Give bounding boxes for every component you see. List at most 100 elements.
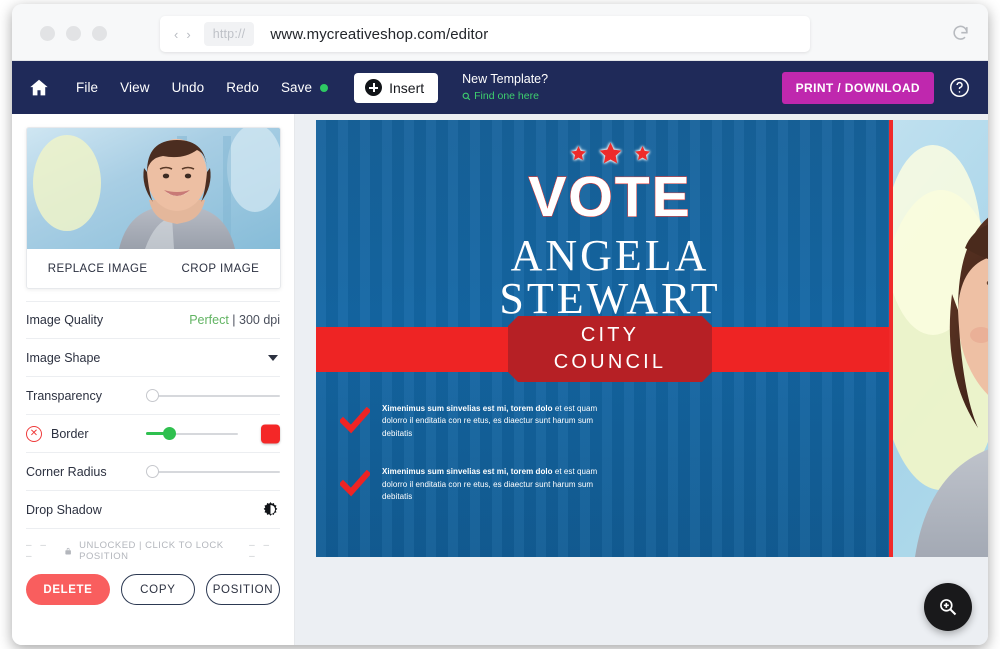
- canvas-area[interactable]: VOTE ANGELA STEWART CITY COUNCIL Ximenim…: [295, 114, 988, 645]
- star-row: [316, 141, 904, 166]
- url-scheme-chip: http://: [203, 22, 255, 46]
- lock-position-bar[interactable]: – – – UNLOCKED | CLICK TO LOCK POSITION …: [26, 540, 280, 562]
- star-icon: [570, 146, 586, 161]
- property-row-drop-shadow: Drop Shadow: [26, 491, 280, 529]
- menu-item-file[interactable]: File: [76, 80, 98, 95]
- image-quality-label: Image Quality: [26, 313, 104, 327]
- image-properties-sidebar: REPLACE IMAGE CROP IMAGE Image Quality P…: [12, 114, 295, 645]
- lock-dash-left: – – –: [26, 540, 49, 562]
- transparency-label: Transparency: [26, 388, 102, 403]
- menu-item-undo[interactable]: Undo: [172, 80, 205, 95]
- image-quality-rating: Perfect: [189, 313, 229, 327]
- insert-label: Insert: [389, 79, 425, 96]
- poster-bullet-text: Ximenimus sum sinvelias est mi, torem do…: [382, 403, 600, 440]
- editor-body: REPLACE IMAGE CROP IMAGE Image Quality P…: [12, 114, 988, 645]
- property-row-border: ✕ Border: [26, 415, 280, 453]
- lock-status-label: UNLOCKED | CLICK TO LOCK POSITION: [79, 540, 224, 562]
- browser-window: ‹ › http:// www.mycreativeshop.com/edito…: [12, 4, 988, 645]
- menu-item-redo[interactable]: Redo: [226, 80, 259, 95]
- transparency-slider[interactable]: [146, 389, 280, 403]
- replace-image-button[interactable]: REPLACE IMAGE: [48, 263, 148, 275]
- candidate-photo: [893, 120, 988, 557]
- forward-icon[interactable]: ›: [186, 28, 190, 41]
- property-row-corner-radius: Corner Radius: [26, 453, 280, 491]
- poster-bullet-list: Ximenimus sum sinvelias est mi, torem do…: [340, 403, 600, 529]
- copy-button[interactable]: COPY: [120, 574, 195, 605]
- delete-button[interactable]: DELETE: [26, 574, 110, 605]
- image-thumbnail-card: REPLACE IMAGE CROP IMAGE: [26, 127, 281, 289]
- new-template-link[interactable]: Find one here: [462, 90, 548, 103]
- corner-radius-slider-track: [146, 470, 280, 473]
- window-maximize-dot[interactable]: [92, 26, 107, 41]
- reload-icon[interactable]: [951, 24, 970, 43]
- editor-toolbar: File View Undo Redo Save Insert New Temp…: [12, 61, 988, 114]
- checkmark-icon: [340, 407, 370, 434]
- transparency-slider-thumb[interactable]: [146, 389, 159, 402]
- image-shape-label: Image Shape: [26, 350, 101, 365]
- position-button[interactable]: POSITION: [205, 574, 281, 605]
- back-icon[interactable]: ‹: [174, 28, 178, 41]
- window-controls[interactable]: [40, 26, 107, 41]
- corner-radius-label: Corner Radius: [26, 464, 107, 479]
- url-text[interactable]: www.mycreativeshop.com/editor: [270, 26, 488, 43]
- poster-bullet-text: Ximenimus sum sinvelias est mi, torem do…: [382, 466, 600, 503]
- question-mark-circle-icon[interactable]: [949, 77, 970, 98]
- candidate-portrait-illustration: [893, 120, 988, 557]
- new-template-link-label: Find one here: [474, 89, 539, 102]
- zoom-in-button[interactable]: [924, 583, 972, 631]
- poster-bullet-item[interactable]: Ximenimus sum sinvelias est mi, torem do…: [340, 403, 600, 440]
- image-quality-value: Perfect | 300 dpi: [189, 313, 280, 327]
- property-list: Image Quality Perfect | 300 dpi Image Sh…: [12, 301, 294, 529]
- lock-dash-right: – – –: [249, 540, 273, 562]
- app-root: ‹ › http:// www.mycreativeshop.com/edito…: [0, 0, 1000, 649]
- poster-name-line-2[interactable]: STEWART: [316, 277, 904, 321]
- badge-line-2: COUNCIL: [553, 351, 667, 373]
- image-quality-dpi: | 300 dpi: [228, 313, 280, 327]
- checkmark-icon: [340, 470, 370, 497]
- menu-item-view[interactable]: View: [120, 80, 149, 95]
- border-slider-thumb[interactable]: [163, 427, 177, 440]
- border-color-swatch[interactable]: [261, 424, 280, 443]
- home-icon[interactable]: [28, 77, 50, 99]
- poster-bullet-bold: Ximenimus sum sinvelias est mi, torem do…: [382, 467, 553, 477]
- new-template-title: New Template?: [462, 72, 549, 87]
- contrast-icon[interactable]: [262, 501, 279, 518]
- thumbnail-portrait-illustration: [27, 128, 280, 249]
- selected-image-element[interactable]: [889, 120, 988, 557]
- url-bar[interactable]: ‹ › http:// www.mycreativeshop.com/edito…: [160, 16, 810, 52]
- nav-arrows[interactable]: ‹ ›: [174, 28, 191, 41]
- property-row-image-shape[interactable]: Image Shape: [26, 339, 280, 377]
- image-thumbnail-preview: [27, 128, 280, 249]
- magnifier-plus-icon: [940, 599, 957, 616]
- window-close-dot[interactable]: [40, 26, 55, 41]
- corner-radius-slider[interactable]: [146, 465, 280, 479]
- window-minimize-dot[interactable]: [66, 26, 81, 41]
- plus-circle-icon: [365, 79, 383, 96]
- chevron-down-icon[interactable]: [268, 354, 278, 361]
- insert-button[interactable]: Insert: [354, 72, 439, 103]
- transparency-slider-track: [146, 394, 280, 397]
- star-icon: [599, 142, 621, 164]
- close-circle-icon[interactable]: ✕: [26, 425, 42, 442]
- save-label: Save: [280, 80, 313, 95]
- poster-office-badge[interactable]: CITY COUNCIL: [508, 316, 712, 382]
- save-status-indicator: [320, 83, 329, 92]
- border-slider[interactable]: [146, 427, 238, 441]
- corner-radius-slider-thumb[interactable]: [146, 465, 159, 478]
- poster-name-line-1[interactable]: ANGELA: [316, 234, 904, 278]
- crop-image-button[interactable]: CROP IMAGE: [182, 263, 260, 275]
- poster-design[interactable]: VOTE ANGELA STEWART CITY COUNCIL Ximenim…: [316, 120, 904, 557]
- property-row-transparency: Transparency: [26, 377, 280, 415]
- lock-icon: [65, 547, 71, 555]
- search-icon: [462, 92, 471, 101]
- element-action-buttons: DELETE COPY POSITION: [26, 574, 281, 605]
- new-template-block[interactable]: New Template? Find one here: [462, 72, 548, 103]
- poster-bullet-bold: Ximenimus sum sinvelias est mi, torem do…: [382, 404, 553, 413]
- menu-item-save[interactable]: Save: [280, 80, 329, 95]
- poster-bullet-item[interactable]: Ximenimus sum sinvelias est mi, torem do…: [340, 466, 600, 503]
- browser-titlebar: ‹ › http:// www.mycreativeshop.com/edito…: [12, 4, 988, 61]
- print-download-button[interactable]: PRINT / DOWNLOAD: [781, 72, 934, 104]
- poster-headline[interactable]: VOTE: [316, 164, 904, 230]
- drop-shadow-label: Drop Shadow: [26, 502, 102, 517]
- badge-line-1: CITY: [580, 324, 640, 346]
